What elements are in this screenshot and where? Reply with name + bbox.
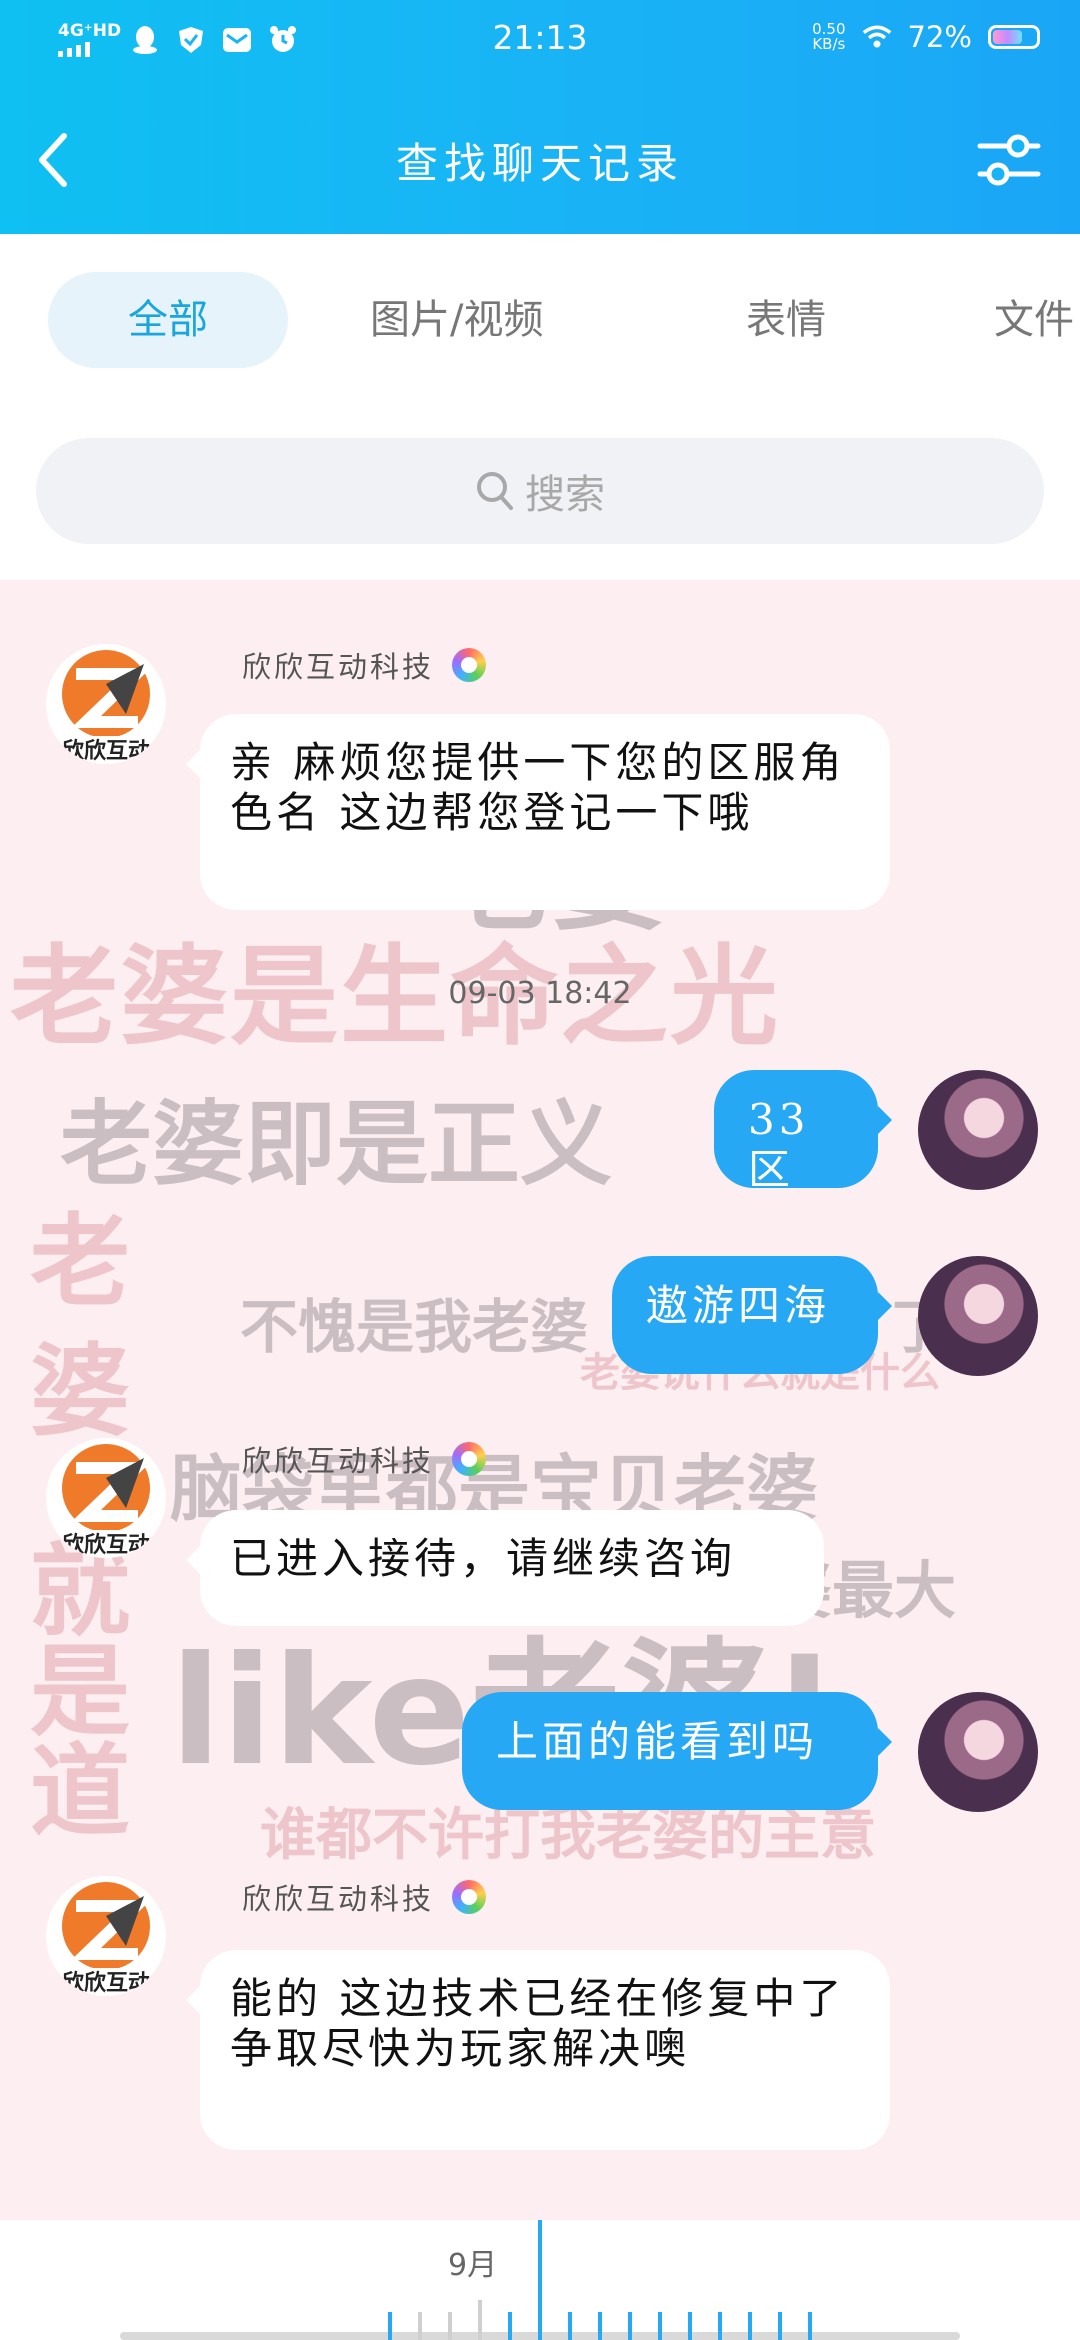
tab-stickers[interactable]: 表情 — [746, 272, 826, 368]
search-placeholder: 搜索 — [525, 472, 605, 518]
company-logo-icon: 欣欣互动 — [46, 650, 166, 764]
avatar[interactable] — [918, 1070, 1038, 1190]
wallpaper-text: 婆 — [30, 1333, 130, 1450]
sender-label: 欣欣互动科技 — [242, 1882, 435, 1916]
verified-badge-icon — [452, 648, 487, 682]
timeline-tick — [388, 2312, 392, 2340]
search-section: 搜索 — [0, 394, 1080, 580]
tab-images-videos[interactable]: 图片/视频 — [370, 272, 543, 368]
timeline-tick — [778, 2312, 782, 2340]
nav-row: 查找聊天记录 — [0, 110, 1080, 210]
verified-badge-icon — [452, 1880, 487, 1914]
sender-name: 欣欣互动科技 — [242, 644, 487, 686]
chat-history[interactable]: 老婆 老婆是生命之光 老婆即是正义 老 不愧是我老婆 了 老婆说什么就是什么 婆… — [0, 580, 1080, 2220]
battery-percent: 72% — [907, 20, 972, 54]
timeline-tick — [418, 2312, 422, 2340]
tab-all[interactable]: 全部 — [48, 272, 288, 368]
tab-files[interactable]: 文件 — [994, 272, 1074, 368]
timeline-tick — [748, 2312, 752, 2340]
sender-name: 欣欣互动科技 — [242, 1438, 487, 1480]
avatar[interactable]: 欣欣互动 — [46, 644, 166, 764]
timeline-tick — [718, 2312, 722, 2340]
top-bar: 4G⁺HD 21:13 0.50 KB/s 72% 查找聊天记录 — [0, 0, 1080, 234]
timeline-cursor[interactable] — [538, 2220, 542, 2340]
wifi-icon — [862, 22, 892, 52]
search-icon — [477, 472, 513, 510]
wallpaper-text: 不愧是我老婆 — [240, 1293, 589, 1361]
wallpaper-text: 老 — [30, 1203, 130, 1320]
sliders-icon — [977, 134, 1041, 186]
message-bubble-sent[interactable]: 33区 — [714, 1070, 892, 1194]
wallpaper-text: 老婆即是正义 — [60, 1091, 613, 1198]
timeline-tick — [628, 2312, 632, 2340]
sender-label: 欣欣互动科技 — [242, 650, 435, 684]
timeline-tick — [568, 2312, 572, 2340]
page-title: 查找聊天记录 — [395, 139, 684, 188]
wallpaper-text: 道 — [30, 1733, 130, 1850]
speed-unit: KB/s — [812, 35, 846, 53]
timeline-tick — [598, 2312, 602, 2340]
status-bar: 4G⁺HD 21:13 0.50 KB/s 72% — [0, 0, 1080, 80]
avatar[interactable] — [918, 1692, 1038, 1812]
avatar[interactable] — [918, 1256, 1038, 1376]
company-logo-icon: 欣欣互动 — [46, 1444, 166, 1558]
avatar[interactable]: 欣欣互动 — [46, 1876, 166, 1996]
filter-button[interactable] — [974, 128, 1044, 192]
message-bubble-received[interactable]: 已进入接待，请继续咨询 — [186, 1510, 824, 1626]
date-timeline[interactable]: 9月 — [0, 2220, 1080, 2340]
timeline-tick — [808, 2312, 812, 2340]
message-bubble-sent[interactable]: 遨游四海 — [612, 1256, 892, 1374]
timeline-tick — [478, 2300, 482, 2340]
verified-badge-icon — [452, 1442, 487, 1476]
category-tabs: 全部 图片/视频 表情 文件 — [0, 234, 1080, 394]
sender-label: 欣欣互动科技 — [242, 1444, 435, 1478]
message-bubble-received[interactable]: 能的 这边技术已经在修复中了 争取尽快为玩家解决噢 — [186, 1950, 890, 2150]
company-logo-text: 欣欣互动 — [62, 738, 150, 764]
avatar[interactable]: 欣欣互动 — [46, 1438, 166, 1558]
search-input[interactable]: 搜索 — [36, 438, 1044, 544]
network-speed: 0.50 KB/s — [812, 22, 845, 52]
battery-fill — [993, 30, 1023, 44]
battery-icon — [988, 25, 1040, 49]
company-logo-icon: 欣欣互动 — [46, 1882, 166, 1996]
message-bubble-sent[interactable]: 上面的能看到吗 — [462, 1692, 892, 1810]
timeline-tick — [688, 2312, 692, 2340]
timeline-tick — [658, 2312, 662, 2340]
timeline-month-label: 9月 — [448, 2248, 498, 2283]
timeline-tick — [508, 2312, 512, 2340]
message-timestamp: 09-03 18:42 — [448, 976, 632, 1011]
sender-name: 欣欣互动科技 — [242, 1876, 487, 1918]
message-bubble-received[interactable]: 亲 麻烦您提供一下您的区服角色名 这边帮您登记一下哦 — [186, 714, 890, 910]
company-logo-text: 欣欣互动 — [62, 1970, 150, 1996]
timeline-tick — [448, 2312, 452, 2340]
